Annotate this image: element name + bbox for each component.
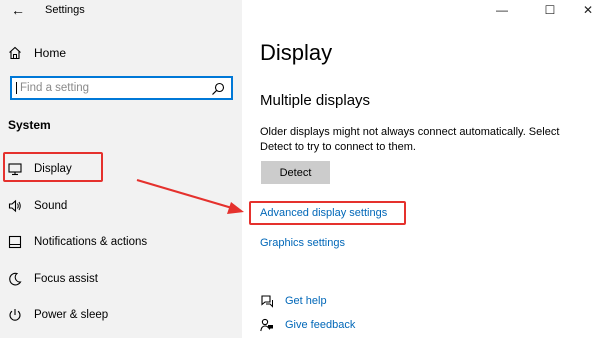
feedback-icon [260,318,273,332]
section-description: Older displays might not always connect … [260,126,560,153]
speaker-icon [8,199,21,213]
section-title: Multiple displays [260,92,371,109]
search-box[interactable] [10,76,233,100]
back-arrow-icon[interactable]: ← [8,2,28,18]
home-icon [9,46,21,60]
section-heading-system: System [8,118,51,132]
search-icon[interactable] [211,82,225,96]
sidebar-item-home[interactable]: Home [8,44,66,62]
minimize-icon[interactable]: — [492,2,512,18]
give-feedback-label: Give feedback [285,319,356,331]
sidebar-item-focus-assist[interactable]: Focus assist [8,269,98,289]
text-caret [16,82,17,94]
give-feedback-link[interactable]: Give feedback [260,316,355,334]
sidebar: ← Settings Home System Display [0,0,242,338]
chat-help-icon [261,295,273,308]
sidebar-item-label: Focus assist [34,273,98,285]
detect-button[interactable]: Detect [261,161,330,184]
maximize-icon[interactable]: ☐ [540,2,560,18]
close-icon[interactable]: ✕ [578,2,598,18]
sidebar-item-notifications[interactable]: Notifications & actions [8,232,147,252]
sidebar-item-power-sleep[interactable]: Power & sleep [8,305,108,325]
sidebar-item-label: Sound [34,200,68,212]
get-help-label: Get help [285,295,327,307]
sidebar-item-sound[interactable]: Sound [8,196,67,216]
sidebar-item-label: Notifications & actions [34,236,148,248]
app-title: Settings [45,4,85,16]
power-icon [9,309,21,321]
notification-icon [8,235,22,249]
graphics-settings-link[interactable]: Graphics settings [260,237,345,249]
home-label: Home [34,46,67,60]
moon-icon [9,272,22,286]
advanced-link-highlight-box [249,201,406,225]
sidebar-item-label: Power & sleep [34,309,109,321]
search-input[interactable] [20,80,200,96]
get-help-link[interactable]: Get help [260,292,327,310]
page-title: Display [260,40,333,65]
main-content: — ☐ ✕ Display Multiple displays Older di… [242,0,600,338]
display-highlight-box [3,152,103,182]
